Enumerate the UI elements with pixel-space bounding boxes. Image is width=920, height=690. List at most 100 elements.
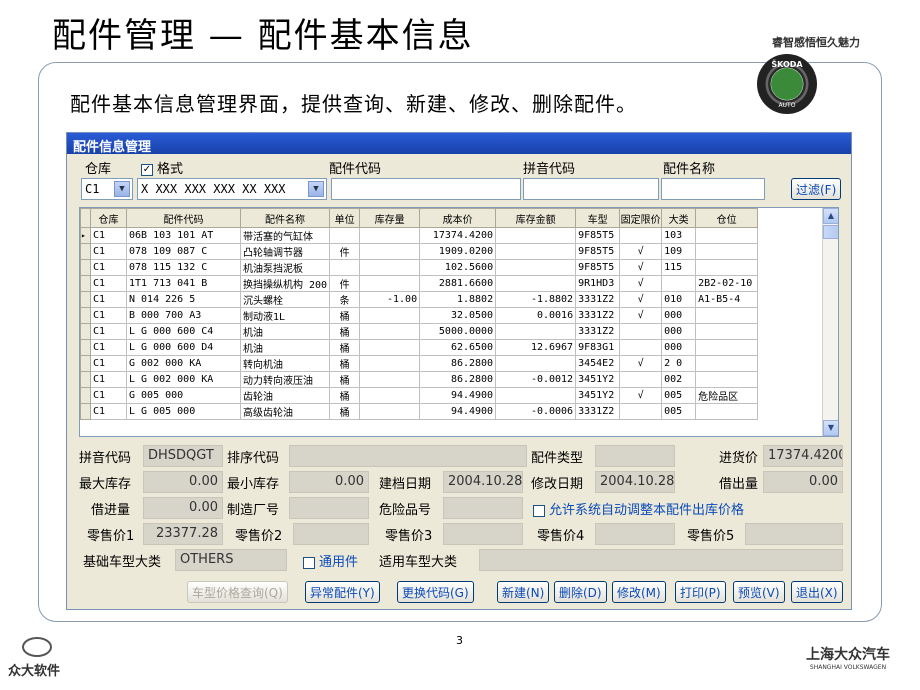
table-cell[interactable] [695, 371, 759, 388]
table-cell[interactable]: 103 [661, 227, 697, 244]
table-cell[interactable] [329, 227, 361, 244]
table-cell[interactable]: 桶 [329, 387, 361, 404]
table-cell[interactable] [359, 307, 421, 324]
table-cell[interactable] [695, 227, 759, 244]
pinyin-input[interactable] [523, 178, 659, 200]
column-header[interactable]: 固定限价 [619, 208, 663, 228]
table-cell[interactable]: 000 [661, 307, 697, 324]
table-cell[interactable]: 109 [661, 243, 697, 260]
borrow-in-field[interactable]: 0.00 [143, 497, 223, 519]
table-cell[interactable]: √ [619, 307, 663, 324]
table-cell[interactable]: 9F83G1 [575, 339, 621, 356]
table-cell[interactable]: 机油 [239, 323, 331, 340]
table-cell[interactable] [359, 387, 421, 404]
table-cell[interactable]: 115 [661, 259, 697, 276]
detail-pinyin-field[interactable]: DHSDQGT [143, 445, 223, 467]
table-cell[interactable] [359, 323, 421, 340]
danger-field[interactable] [443, 497, 523, 519]
table-cell[interactable]: 件 [329, 275, 361, 292]
format-checkbox-wrap[interactable]: ✓ 格式 [141, 158, 183, 177]
table-cell[interactable] [359, 243, 421, 260]
table-row[interactable]: C1 G 005 000 齿轮油桶 94.4900 3451Y2 √ 005 危险品区 [80, 387, 759, 404]
exit-button[interactable]: 退出(X) [791, 581, 843, 603]
row-indicator[interactable] [80, 387, 91, 404]
table-cell[interactable]: 桶 [329, 371, 361, 388]
new-button[interactable]: 新建(N) [497, 581, 550, 603]
table-cell[interactable]: 3331Z2 [575, 307, 621, 324]
table-cell[interactable]: 带活塞的气缸体 [239, 227, 331, 244]
table-cell[interactable]: C1 [90, 259, 127, 276]
table-cell[interactable]: L G 005 000 [126, 403, 241, 420]
table-cell[interactable]: -0.0012 [495, 371, 577, 388]
table-cell[interactable]: C1 [90, 291, 127, 308]
table-cell[interactable]: C1 [90, 339, 127, 356]
table-cell[interactable] [695, 243, 759, 260]
table-cell[interactable]: L G 000 600 D4 [126, 339, 241, 356]
table-cell[interactable]: 62.6500 [419, 339, 497, 356]
table-cell[interactable]: L G 002 000 KA [126, 371, 241, 388]
table-cell[interactable]: 9R1HD3 [575, 275, 621, 292]
column-header[interactable]: 仓位 [695, 208, 759, 228]
table-cell[interactable]: C1 [90, 307, 127, 324]
table-cell[interactable]: 9F85T5 [575, 259, 621, 276]
table-cell[interactable]: 危险品区 [695, 387, 759, 404]
abnormal-parts-button[interactable]: 异常配件(Y) [305, 581, 380, 603]
table-cell[interactable]: C1 [90, 387, 127, 404]
auto-adjust-checkbox[interactable] [533, 504, 545, 517]
table-cell[interactable]: 002 [661, 371, 697, 388]
table-cell[interactable]: √ [619, 259, 663, 276]
table-cell[interactable]: 86.2800 [419, 371, 497, 388]
table-cell[interactable] [619, 227, 663, 244]
sort-field[interactable] [289, 445, 527, 467]
table-cell[interactable] [359, 227, 421, 244]
table-cell[interactable]: 转向机油 [239, 355, 331, 372]
table-cell[interactable]: C1 [90, 243, 127, 260]
table-cell[interactable]: 机油泵挡泥板 [239, 259, 331, 276]
table-cell[interactable]: C1 [90, 227, 127, 244]
preview-button[interactable]: 预览(V) [733, 581, 785, 603]
table-cell[interactable]: 桶 [329, 403, 361, 420]
table-cell[interactable]: 高级齿轮油 [239, 403, 331, 420]
max-stock-field[interactable]: 0.00 [143, 471, 223, 493]
table-cell[interactable] [695, 339, 759, 356]
row-indicator[interactable] [80, 355, 91, 372]
table-cell[interactable] [695, 403, 759, 420]
table-cell[interactable] [619, 323, 663, 340]
table-row[interactable]: C1 1T1 713 041 B 换挡操纵机构 200 件 2881.6600 9R1HD… [80, 275, 759, 292]
table-cell[interactable]: √ [619, 275, 663, 292]
table-cell[interactable]: C1 [90, 275, 127, 292]
table-cell[interactable]: 2881.6600 [419, 275, 497, 292]
warehouse-select[interactable]: C1 ▼ [81, 178, 133, 200]
replace-code-button[interactable]: 更换代码(G) [397, 581, 474, 603]
table-cell[interactable] [359, 355, 421, 372]
table-cell[interactable]: C1 [90, 371, 127, 388]
table-cell[interactable]: 94.4900 [419, 387, 497, 404]
min-stock-field[interactable]: 0.00 [289, 471, 369, 493]
column-header[interactable]: 车型 [575, 208, 621, 228]
universal-checkbox-wrap[interactable]: 通用件 [303, 551, 358, 570]
chevron-down-icon[interactable]: ▼ [114, 181, 130, 197]
table-cell[interactable]: 06B 103 101 AT [126, 227, 241, 244]
table-cell[interactable] [495, 259, 577, 276]
table-cell[interactable]: 沉头螺栓 [239, 291, 331, 308]
table-cell[interactable]: B 000 700 A3 [126, 307, 241, 324]
table-cell[interactable]: 94.4900 [419, 403, 497, 420]
table-cell[interactable]: 86.2800 [419, 355, 497, 372]
column-header[interactable]: 库存量 [359, 208, 421, 228]
table-row[interactable]: C1 078 109 087 C 凸轮轴调节器件 1909.0200 9F85T5 √ 10… [80, 243, 759, 260]
retail3-field[interactable] [443, 523, 523, 545]
table-cell[interactable]: 齿轮油 [239, 387, 331, 404]
table-cell[interactable]: L G 000 600 C4 [126, 323, 241, 340]
table-row[interactable]: C1 L G 005 000 高级齿轮油桶 94.4900 -0.0006 3331Z2 0… [80, 403, 759, 420]
table-cell[interactable]: 078 115 132 C [126, 259, 241, 276]
row-indicator[interactable] [80, 259, 91, 276]
table-cell[interactable]: 动力转向液压油 [239, 371, 331, 388]
table-cell[interactable]: C1 [90, 323, 127, 340]
row-indicator[interactable] [80, 307, 91, 324]
table-row[interactable]: C1 L G 000 600 C4 机油桶 5000.0000 3331Z2 000 [80, 323, 759, 340]
table-cell[interactable] [695, 355, 759, 372]
format-select[interactable]: X XXX XXX XXX XX XXX ▼ [137, 178, 327, 200]
table-row[interactable]: C1 N 014 226 5 沉头螺栓条 -1.00 1.8802 -1.8802 3331… [80, 291, 759, 308]
table-cell[interactable]: 1909.0200 [419, 243, 497, 260]
chevron-down-icon[interactable]: ▼ [308, 181, 324, 197]
